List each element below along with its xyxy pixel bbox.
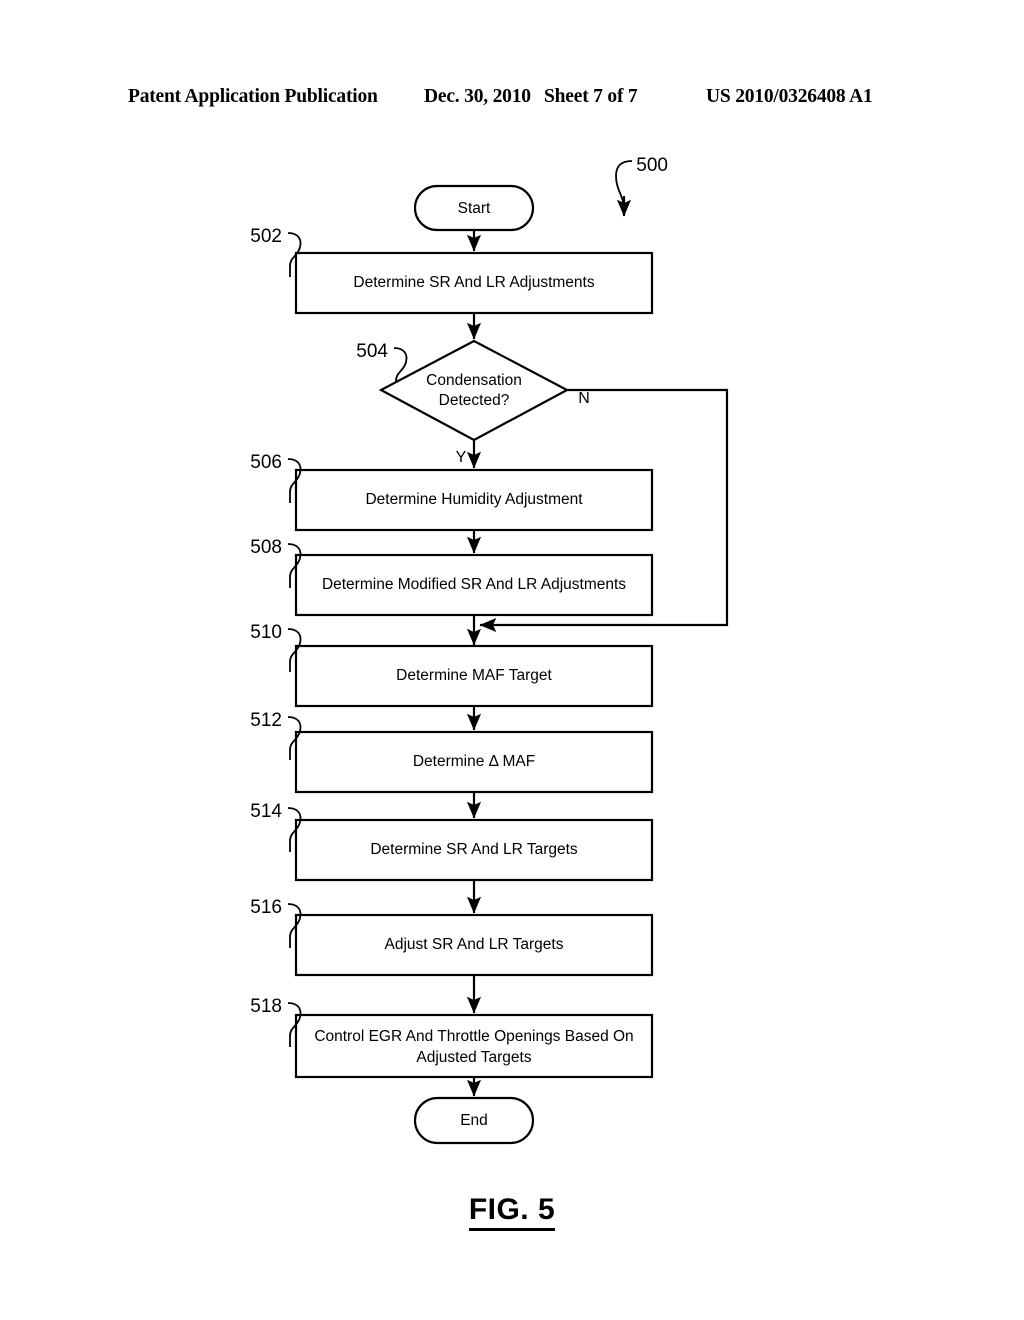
ref-512-label: 512 <box>250 710 282 731</box>
ref-504: 504 <box>356 341 408 382</box>
branch-label-yes: Y <box>456 449 467 466</box>
node-512: Determine Δ MAF <box>294 730 654 794</box>
ref-502-label: 502 <box>250 226 282 247</box>
ref-514: 514 <box>250 801 302 852</box>
process-box-506-label: Determine Humidity Adjustment <box>365 491 583 508</box>
ref-514-label: 514 <box>250 801 282 822</box>
decision-diamond-504-label-line2: Detected? <box>439 392 510 409</box>
node-end: End <box>413 1096 535 1145</box>
figure-caption-text: FIG. 5 <box>468 1193 556 1231</box>
node-516: Adjust SR And LR Targets <box>294 913 654 977</box>
ref-506-label: 506 <box>250 452 282 473</box>
ref-508: 508 <box>250 537 302 588</box>
branch-label-no: N <box>578 390 590 407</box>
flowchart-figure: 500 Start Determine SR And LR Adjustment… <box>0 0 1024 1320</box>
node-508: Determine Modified SR And LR Adjustments <box>294 553 654 617</box>
decision-diamond-504 <box>378 339 570 442</box>
ref-508-label: 508 <box>250 537 282 558</box>
diagram-reference-500: 500 <box>615 155 668 217</box>
process-box-516-label: Adjust SR And LR Targets <box>385 936 564 953</box>
start-terminal-label: Start <box>458 200 491 217</box>
process-box-518-label-line1: Control EGR And Throttle Openings Based … <box>314 1028 633 1045</box>
ref-504-leader <box>393 347 408 382</box>
ref-518-label: 518 <box>250 996 282 1017</box>
ref-504-label: 504 <box>356 341 388 362</box>
figure-caption: FIG. 5 <box>0 1193 1024 1231</box>
ref-510-label: 510 <box>250 622 282 643</box>
node-510: Determine MAF Target <box>294 644 654 708</box>
process-box-508-label: Determine Modified SR And LR Adjustments <box>322 576 626 593</box>
ref-512: 512 <box>250 710 302 760</box>
diagram-reference-500-label: 500 <box>636 155 668 176</box>
end-terminal-label: End <box>460 1112 488 1129</box>
ref-510: 510 <box>250 622 302 672</box>
decision-diamond-504-label-line1: Condensation <box>426 372 522 389</box>
node-504: Condensation Detected? <box>378 339 570 442</box>
node-506: Determine Humidity Adjustment <box>294 468 654 532</box>
ref-516: 516 <box>250 897 302 948</box>
node-502: Determine SR And LR Adjustments <box>294 251 654 315</box>
process-box-510-label: Determine MAF Target <box>396 667 552 684</box>
node-start: Start <box>413 184 535 232</box>
process-box-518-label-line2: Adjusted Targets <box>416 1049 531 1066</box>
process-box-518 <box>294 1013 654 1079</box>
node-518: Control EGR And Throttle Openings Based … <box>294 1013 654 1079</box>
node-514: Determine SR And LR Targets <box>294 818 654 882</box>
ref-518: 518 <box>250 996 302 1047</box>
process-box-514-label: Determine SR And LR Targets <box>370 841 578 858</box>
process-box-502-label: Determine SR And LR Adjustments <box>353 274 594 291</box>
process-box-512-label: Determine Δ MAF <box>413 753 535 770</box>
ref-502: 502 <box>250 226 302 277</box>
ref-516-label: 516 <box>250 897 282 918</box>
ref-506: 506 <box>250 452 302 503</box>
